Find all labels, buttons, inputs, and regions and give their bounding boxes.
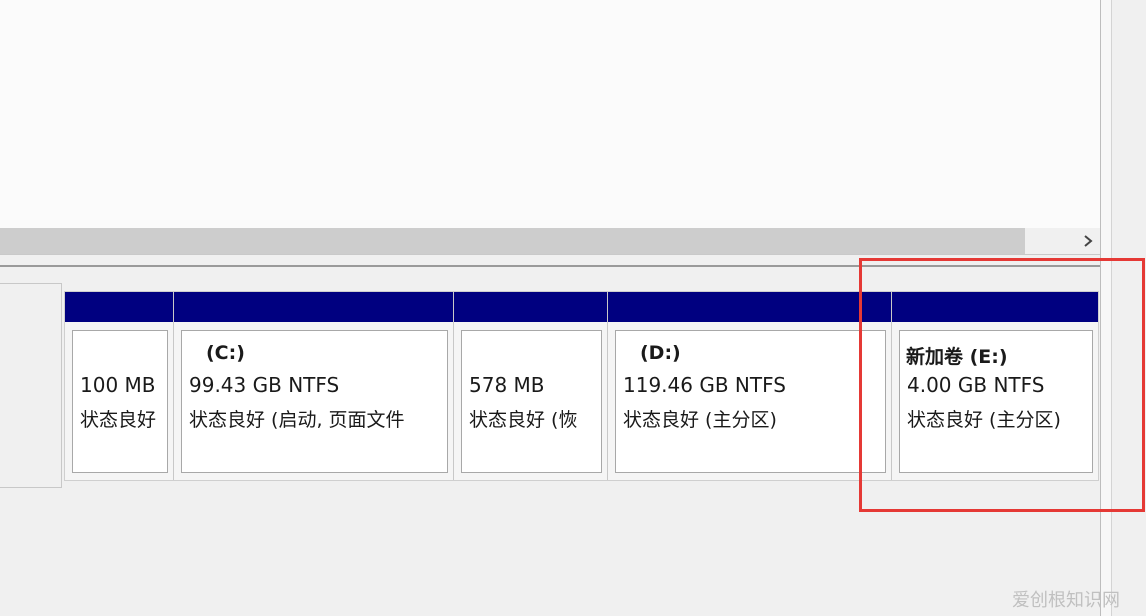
partition-header-bar [174, 292, 453, 322]
vertical-pane-border [1100, 0, 1111, 616]
scrollbar-thumb[interactable] [0, 228, 1025, 254]
partition-status: 状态良好 (启动, 页面文件 [189, 409, 405, 431]
partition-header-bar [65, 292, 173, 322]
partition-name: (C:) [206, 342, 245, 364]
partition-name: (D:) [640, 342, 681, 364]
partition-header-bar [608, 292, 891, 322]
partition-body[interactable]: 新加卷 (E:) 4.00 GB NTFS 状态良好 (主分区) [899, 330, 1093, 473]
partition-body[interactable]: 578 MB 状态良好 (恢 [461, 330, 602, 473]
partition-header-bar [892, 292, 1098, 322]
partition-status: 状态良好 (恢 [469, 409, 578, 431]
partition-size: 4.00 GB NTFS [907, 373, 1045, 397]
right-margin [1111, 0, 1146, 616]
partition-system-reserved[interactable]: 100 MB 状态良好 [65, 292, 174, 480]
partition-recovery[interactable]: 578 MB 状态良好 (恢 [454, 292, 608, 480]
partition-name: 新加卷 (E:) [906, 346, 1008, 368]
partition-d[interactable]: (D:) 119.46 GB NTFS 状态良好 (主分区) [608, 292, 892, 480]
horizontal-scrollbar[interactable] [0, 228, 1100, 255]
partition-body[interactable]: (C:) 99.43 GB NTFS 状态良好 (启动, 页面文件 [181, 330, 448, 473]
partition-e[interactable]: 新加卷 (E:) 4.00 GB NTFS 状态良好 (主分区) [892, 292, 1098, 480]
partition-size: 100 MB [80, 373, 156, 397]
scroll-right-button[interactable] [1076, 228, 1100, 254]
watermark-text: 爱创根知识网 [1012, 590, 1120, 611]
partition-status: 状态良好 (主分区) [623, 409, 777, 431]
partition-size: 99.43 GB NTFS [189, 373, 340, 397]
disk-label-box[interactable] [0, 283, 62, 488]
partition-c[interactable]: (C:) 99.43 GB NTFS 状态良好 (启动, 页面文件 [174, 292, 454, 480]
partition-size: 578 MB [469, 373, 545, 397]
volume-list-pane [0, 0, 1100, 228]
partition-status: 状态良好 [80, 409, 157, 431]
partition-body[interactable]: 100 MB 状态良好 [72, 330, 168, 473]
partition-size: 119.46 GB NTFS [623, 373, 786, 397]
partition-status: 状态良好 (主分区) [907, 409, 1061, 431]
chevron-right-icon [1084, 235, 1093, 247]
partition-body[interactable]: (D:) 119.46 GB NTFS 状态良好 (主分区) [615, 330, 886, 473]
partition-header-bar [454, 292, 607, 322]
